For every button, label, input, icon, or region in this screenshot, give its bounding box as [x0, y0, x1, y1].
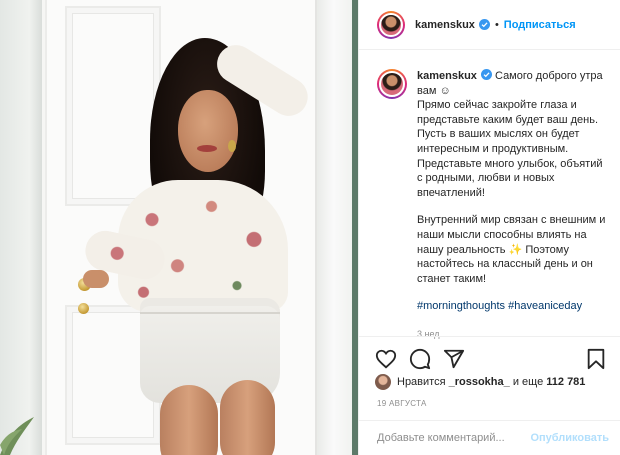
caption-paragraph-2: Внутренний мир связан с внешним и наши м…	[417, 214, 606, 285]
share-icon[interactable]	[443, 348, 465, 370]
shorts-waistband	[140, 312, 280, 314]
woman-leg-right	[220, 380, 275, 455]
earring	[228, 140, 236, 152]
likes-prefix: Нравится	[397, 376, 446, 388]
comment-icon[interactable]	[409, 348, 431, 370]
likes-count[interactable]: 112 781	[546, 376, 585, 388]
comment-bar: Опубликовать	[359, 420, 620, 455]
publish-button[interactable]: Опубликовать	[530, 432, 609, 444]
post-date[interactable]: 19 АВГУСТА	[377, 399, 427, 408]
avatar-image	[379, 71, 405, 97]
separator-dot: •	[494, 18, 499, 31]
author-username[interactable]: kamenskux	[415, 19, 475, 31]
door-lock	[78, 303, 89, 314]
wall	[0, 0, 42, 455]
likes-middle: и еще	[512, 376, 544, 388]
bookmark-icon[interactable]	[585, 348, 607, 370]
caption-hashtags[interactable]: #morningthoughts #haveaniceday	[417, 299, 607, 314]
plant-leaves	[0, 417, 34, 455]
comment-input[interactable]	[377, 432, 531, 444]
caption-text: kamenskux Самого доброго утра вам ☺ Прям…	[417, 69, 607, 342]
caption-first-line: kamenskux Самого доброго утра вам ☺	[417, 69, 607, 98]
verified-badge-icon	[478, 19, 490, 30]
door-panel-upper	[65, 6, 161, 206]
author-avatar[interactable]	[377, 10, 405, 39]
heart-icon[interactable]	[375, 348, 397, 370]
caption-username[interactable]: kamenskux	[417, 70, 477, 82]
post-header: kamenskux • Подписаться	[359, 0, 620, 50]
liker-avatar[interactable]	[375, 374, 391, 390]
caption-avatar[interactable]	[377, 69, 407, 99]
verified-badge-icon	[480, 69, 492, 80]
caption-paragraph-1: Прямо сейчас закройте глаза и представьт…	[417, 99, 603, 199]
likes-summary: Нравится _rossokha_ и еще 112 781	[375, 374, 585, 390]
woman-lips	[197, 145, 217, 152]
post-photo[interactable]	[0, 0, 358, 455]
post-side-panel: kamenskux • Подписаться kamenskux Самого…	[358, 0, 620, 455]
liker-username[interactable]: _rossokha_	[449, 376, 510, 388]
caption-area: kamenskux Самого доброго утра вам ☺ Прям…	[359, 51, 620, 339]
avatar-image	[379, 12, 403, 37]
caption-row: kamenskux Самого доброго утра вам ☺ Прям…	[377, 69, 607, 342]
woman-face	[178, 90, 238, 172]
follow-button[interactable]: Подписаться	[504, 19, 576, 31]
woman-leg-left	[160, 385, 218, 455]
instagram-post: kamenskux • Подписаться kamenskux Самого…	[0, 0, 620, 455]
woman-hand	[83, 270, 109, 288]
